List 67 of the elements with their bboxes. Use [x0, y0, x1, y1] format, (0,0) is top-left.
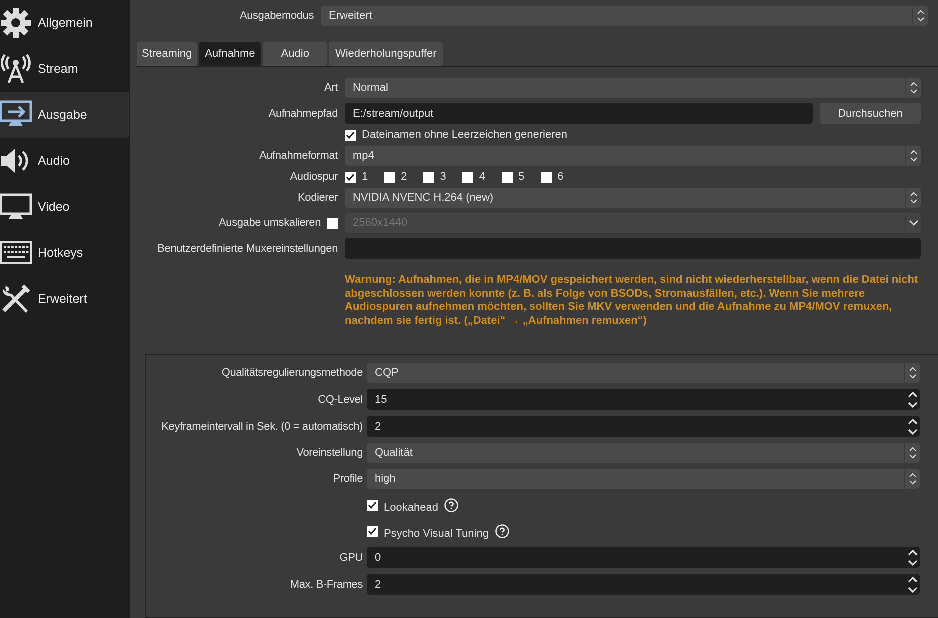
checkbox-label: 6	[558, 171, 564, 183]
dropdown[interactable]: Normal	[345, 78, 921, 98]
field-label: Profile	[333, 473, 363, 485]
spin-box[interactable]: 0	[367, 547, 920, 568]
dropdown[interactable]: Qualität	[367, 443, 920, 463]
input-field[interactable]	[345, 238, 921, 259]
input-field[interactable]: E:/stream/output	[345, 103, 813, 124]
sidebar-item[interactable]: Audio	[0, 138, 130, 184]
checkbox[interactable]	[345, 172, 356, 182]
keyboard-icon	[0, 241, 32, 265]
sidebar-item[interactable]: Stream	[0, 46, 130, 92]
field-label: Audiospur	[290, 171, 338, 183]
checkbox[interactable]	[345, 130, 356, 140]
field-label: Benutzerdefinierte Muxereinstellungen	[158, 242, 338, 254]
checkbox-label: 5	[518, 171, 525, 183]
field-label: GPU	[340, 552, 363, 564]
checkbox-label: 4	[479, 171, 486, 183]
checkbox[interactable]	[367, 500, 378, 510]
field-label: Ausgabe umskalieren	[219, 217, 321, 229]
spin-box[interactable]: 2	[367, 416, 920, 437]
checkbox-label: Dateinamen ohne Leerzeichen generieren	[362, 129, 568, 141]
field-label: Ausgabemodus	[240, 10, 314, 22]
tab[interactable]: Wiederholungspuffer	[329, 42, 443, 66]
help-icon[interactable]	[494, 524, 510, 538]
checkbox[interactable]	[502, 172, 512, 182]
dropdown[interactable]: Erweitert	[321, 6, 928, 26]
spin-box[interactable]: 2	[367, 574, 920, 595]
sidebar-item[interactable]: Hotkeys	[0, 230, 130, 276]
caret-icon[interactable]	[905, 213, 921, 233]
field-label: CQ-Level	[318, 394, 363, 406]
field-label: Voreinstellung	[296, 447, 363, 459]
tab[interactable]: Audio	[263, 42, 328, 66]
tab[interactable]: Streaming	[137, 42, 198, 66]
help-icon[interactable]	[444, 498, 460, 512]
sidebar-item[interactable]: Allgemein	[0, 0, 130, 46]
dropdown[interactable]: NVIDIA NVENC H.264 (new)	[345, 188, 921, 208]
browse-button[interactable]: Durchsuchen	[820, 103, 921, 124]
dropdown[interactable]: CQP	[367, 363, 920, 383]
checkbox-label: 3	[440, 171, 446, 183]
sidebar-item[interactable]: Video	[0, 184, 130, 230]
checkbox-label: Psycho Visual Tuning	[384, 528, 489, 540]
field-label: Aufnahmepfad	[268, 108, 338, 120]
field-label: Art	[324, 82, 338, 94]
monitor-icon	[0, 193, 32, 221]
field-label: Keyframeintervall in Sek. (0 = automatisch)	[162, 420, 363, 432]
field-label: Qualitätsregulierungsmethode	[222, 367, 363, 379]
tab[interactable]: Aufnahme	[199, 42, 262, 66]
checkbox[interactable]	[367, 526, 378, 536]
tools-icon	[0, 283, 32, 315]
spin-box[interactable]: 15	[367, 389, 920, 410]
checkbox[interactable]	[462, 172, 474, 182]
sidebar-item[interactable]: Erweitert	[0, 276, 130, 322]
checkbox[interactable]	[384, 172, 396, 182]
dropdown[interactable]: high	[367, 469, 920, 489]
checkbox-label: 2	[401, 171, 408, 183]
field-label: Kodierer	[298, 192, 338, 204]
warning-text: Warnung: Aufnahmen, die in MP4/MOV gespeichert werden, sind nicht wiederherstellbar, wenn die Datei nicht abgeschlossen werden konnte (z. B. als Folge von BSODs, Stromausfällen, etc.). Wenn Sie mehrere Audiospuren aufnehmen möchten, sollten Sie MKV verwenden und die Aufnahme zu MP4/MOV remuxen, nachdem sie fertig ist. („Datei“ → „Aufnahmen remuxen“)	[345, 274, 920, 328]
antenna-icon	[0, 53, 32, 85]
dropdown[interactable]: mp4	[345, 146, 921, 166]
checkbox[interactable]	[540, 172, 552, 182]
field-label: Max. B-Frames	[290, 578, 363, 590]
sidebar-item[interactable]: Ausgabe	[0, 92, 129, 138]
checkbox[interactable]	[327, 218, 338, 228]
checkbox[interactable]	[423, 172, 434, 182]
checkbox-label: Lookahead	[384, 502, 438, 514]
checkbox-label: 1	[362, 171, 368, 183]
field-label: Aufnahmeformat	[259, 150, 338, 162]
